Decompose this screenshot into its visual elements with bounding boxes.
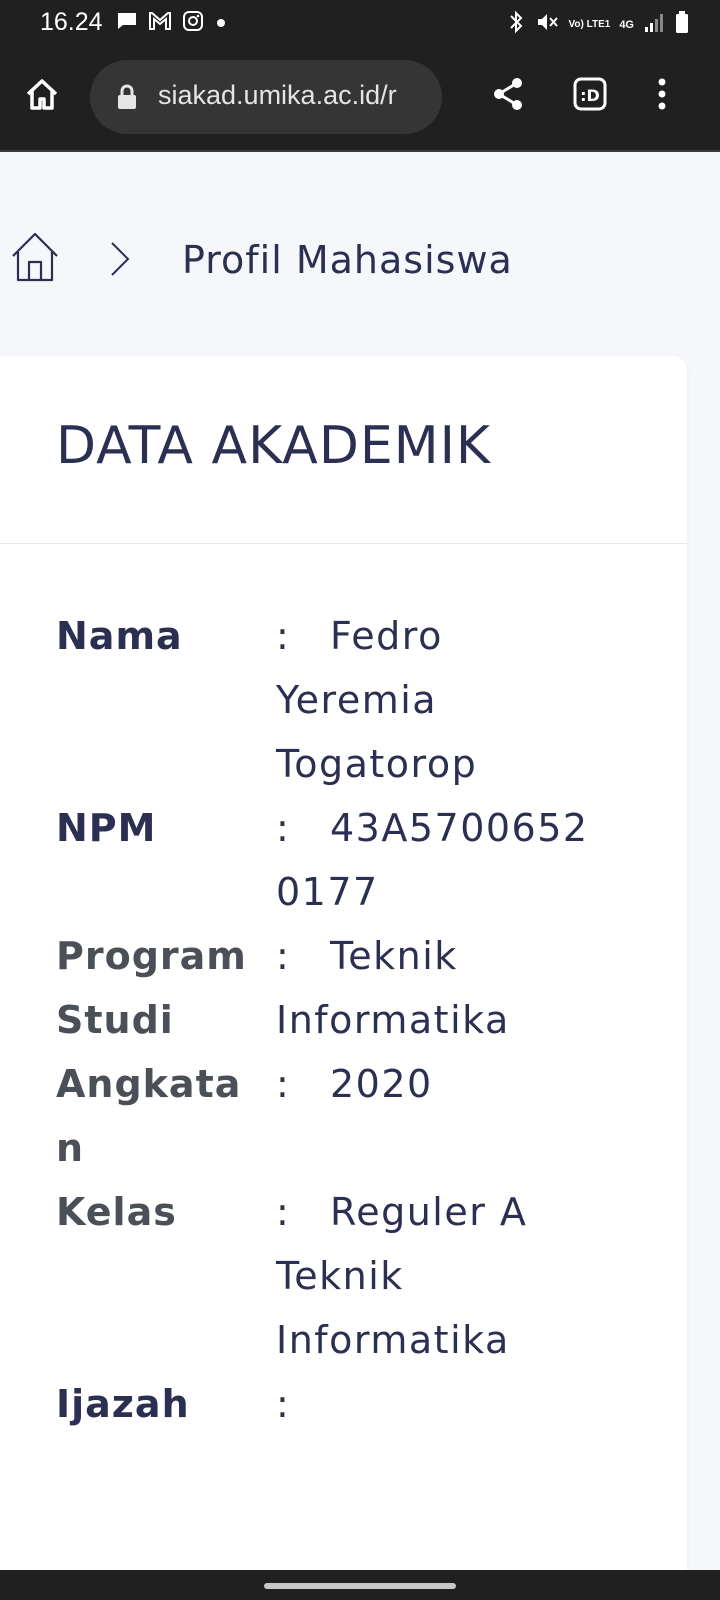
tab-switcher-icon[interactable]: :D [572, 76, 608, 116]
row-value-wrap-kelas: : Reguler A Teknik Informatika [276, 1180, 606, 1372]
mute-icon [535, 10, 559, 39]
status-time: 16.24 [40, 8, 103, 36]
row-colon: : [276, 1062, 291, 1106]
row-npm: NPM :43A57006520177 [56, 796, 656, 924]
message-icon [116, 10, 138, 37]
card-title: DATA AKADEMIK [56, 416, 492, 476]
row-value-wrap-npm: :43A57006520177 [276, 796, 606, 924]
breadcrumb-current: Profil Mahasiswa [182, 238, 513, 282]
gmail-icon [148, 11, 172, 36]
home-icon[interactable] [22, 74, 62, 118]
battery-icon [674, 10, 690, 39]
academic-data-list: Nama : Fedro Yeremia Togatorop NPM :43A57… [56, 604, 656, 1436]
row-colon: : [276, 806, 291, 850]
system-nav-bar [0, 1570, 720, 1600]
volte-icon: Vo) LTE1 [568, 18, 611, 30]
row-ijazah: Ijazah : [56, 1372, 656, 1436]
status-bar: 16.24 Vo) LTE1 4G [0, 0, 720, 46]
row-colon: : [276, 934, 291, 978]
instagram-icon [182, 10, 204, 37]
row-value-wrap-angkatan: :2020 [276, 1052, 606, 1180]
row-value-wrap-nama: : Fedro Yeremia Togatorop [276, 604, 606, 796]
breadcrumb: Profil Mahasiswa [0, 226, 720, 296]
row-program-studi: Program Studi : Teknik Informatika [56, 924, 656, 1052]
row-label-angkatan: Angkatan [56, 1062, 242, 1170]
row-nama: Nama : Fedro Yeremia Togatorop [56, 604, 656, 796]
url-text: siakad.umika.ac.id/r [158, 80, 397, 110]
home-gesture-handle[interactable] [264, 1583, 456, 1589]
more-options-icon[interactable] [654, 76, 670, 116]
row-colon: : [276, 1382, 291, 1426]
breadcrumb-home-icon[interactable] [10, 230, 60, 286]
lock-icon [116, 83, 138, 115]
row-value-wrap-ijazah: : [276, 1372, 606, 1436]
bluetooth-icon [506, 10, 526, 39]
row-angkatan: Angkatan :2020 [56, 1052, 656, 1180]
row-colon: : [276, 614, 291, 658]
signal-icon [643, 11, 665, 38]
row-label-kelas: Kelas [56, 1190, 177, 1234]
row-kelas: Kelas : Reguler A Teknik Informatika [56, 1180, 656, 1372]
address-bar[interactable]: siakad.umika.ac.id/r [90, 60, 442, 134]
row-label-ijazah: Ijazah [56, 1382, 190, 1426]
academic-data-card: DATA AKADEMIK Nama : Fedro Yeremia Togato… [0, 356, 687, 1596]
dot-icon [214, 14, 228, 33]
4g-icon: 4G [619, 18, 634, 31]
card-divider [0, 543, 687, 544]
row-value-angkatan: 2020 [330, 1062, 433, 1106]
row-label-nama: Nama [56, 614, 183, 658]
row-label-program-studi: Program Studi [56, 934, 247, 1042]
row-label-npm: NPM [56, 806, 157, 850]
chevron-right-icon [108, 240, 132, 282]
row-colon: : [276, 1190, 291, 1234]
status-right-icons: Vo) LTE1 4G [506, 10, 690, 39]
status-left-icons [116, 10, 228, 37]
row-value-wrap-program-studi: : Teknik Informatika [276, 924, 606, 1052]
svg-text::D: :D [580, 86, 600, 105]
browser-toolbar: siakad.umika.ac.id/r :D [0, 46, 720, 152]
share-icon[interactable] [490, 76, 526, 116]
